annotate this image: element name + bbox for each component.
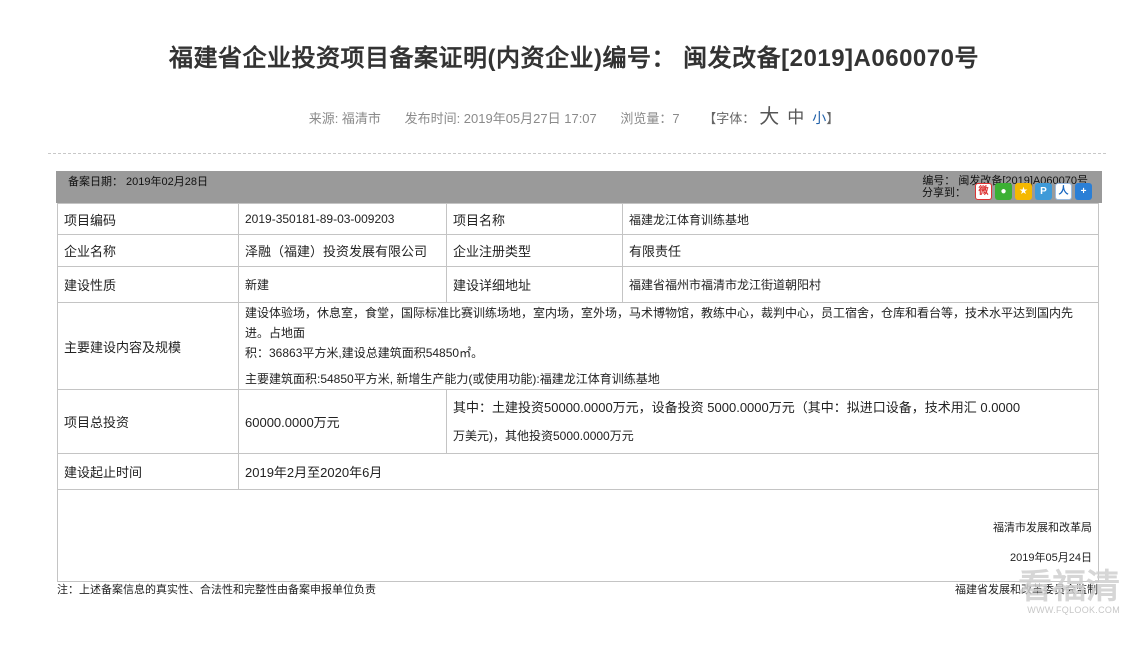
font-large-link[interactable]: 大 (759, 106, 779, 128)
tencent-weibo-icon[interactable]: P (1035, 183, 1052, 200)
qzone-icon[interactable]: ★ (1015, 183, 1032, 200)
disclaimer-note: 注：上述备案信息的真实性、合法性和完整性由备案申报单位负责 (57, 584, 376, 596)
divider (48, 153, 1106, 154)
font-size-control: 【字体：大中小】 (703, 106, 840, 128)
name-label: 项目名称 (446, 203, 623, 235)
content-line: 主要建筑面积:54850平方米, 新增生产能力(或使用功能):福建龙江体育训练基… (245, 372, 660, 386)
address-label: 建设详细地址 (446, 266, 623, 303)
record-date: 备案日期： 2019年02月28日 (68, 176, 208, 188)
watermark-text: 看福清 (1018, 568, 1120, 606)
signature-block: 福清市发展和改革局 2019年05月24日 (57, 489, 1099, 582)
regtype-label: 企业注册类型 (446, 234, 623, 267)
content-label: 主要建设内容及规模 (57, 302, 239, 390)
font-prefix: 【字体： (703, 111, 756, 126)
company-label: 企业名称 (57, 234, 239, 267)
view-count: 浏览量：7 (620, 111, 680, 126)
address-value: 福建省福州市福清市龙江街道朝阳村 (622, 266, 1099, 303)
period-value: 2019年2月至2020年6月 (238, 453, 1099, 490)
wechat-icon[interactable]: ● (995, 183, 1012, 200)
table-row: 项目编码 2019-350181-89-03-009203 项目名称 福建龙江体… (57, 203, 1099, 235)
nature-label: 建设性质 (57, 266, 239, 303)
period-label: 建设起止时间 (57, 453, 239, 490)
table-row: 项目总投资 60000.0000万元 其中：土建投资50000.0000万元，设… (57, 389, 1099, 454)
article-meta: 来源: 福清市 发布时间: 2019年05月27日 17:07 浏览量：7 【字… (0, 100, 1148, 129)
table-row: 主要建设内容及规模 建设体验场，休息室，食堂，国际标准比赛训练场地，室内场，室外… (57, 302, 1099, 390)
watermark-url: WWW.FQLOOK.COM (1027, 605, 1120, 615)
table-row: 建设性质 新建 建设详细地址 福建省福州市福清市龙江街道朝阳村 (57, 266, 1099, 303)
weibo-icon[interactable]: 微 (975, 183, 992, 200)
invest-detail-line: 其中：土建投资50000.0000万元，设备投资 5000.0000万元（其中：… (453, 399, 1021, 415)
more-share-icon[interactable]: + (1075, 183, 1092, 200)
record-table: 项目编码 2019-350181-89-03-009203 项目名称 福建龙江体… (57, 203, 1099, 582)
company-value: 泽融（福建）投资发展有限公司 (238, 234, 447, 267)
name-value: 福建龙江体育训练基地 (622, 203, 1099, 235)
font-small-link[interactable]: 小 (812, 110, 826, 126)
content-line: 积：36863平方米,建设总建筑面积54850㎡。 (245, 346, 484, 360)
nature-value: 新建 (238, 266, 447, 303)
record-header-bar: 备案日期： 2019年02月28日 编号： 闽发改备[2019]A060070号… (56, 171, 1102, 203)
sign-org: 福清市发展和改革局 (993, 521, 1092, 534)
share-bar: 分享到： 微 ● ★ P 人 + (922, 183, 1092, 200)
font-medium-link[interactable]: 中 (787, 108, 804, 127)
invest-value: 60000.0000万元 (238, 389, 447, 454)
invest-label: 项目总投资 (57, 389, 239, 454)
content-line: 建设体验场，休息室，食堂，国际标准比赛训练场地，室内场，室外场，马术博物馆，教练… (245, 306, 1074, 340)
invest-detail-line: 万美元)，其他投资5000.0000万元 (453, 428, 634, 443)
renren-icon[interactable]: 人 (1055, 183, 1072, 200)
code-label: 项目编码 (57, 203, 239, 235)
page-title: 福建省企业投资项目备案证明(内资企业)编号： 闽发改备[2019]A060070… (169, 45, 979, 72)
site-watermark: 看福清 WWW.FQLOOK.COM (1010, 570, 1120, 640)
table-row: 福清市发展和改革局 2019年05月24日 (57, 489, 1099, 582)
code-value: 2019-350181-89-03-009203 (238, 203, 447, 235)
publish-time: 发布时间: 2019年05月27日 17:07 (404, 111, 597, 126)
share-label: 分享到： (922, 186, 966, 199)
content-value: 建设体验场，休息室，食堂，国际标准比赛训练场地，室内场，室外场，马术博物馆，教练… (238, 302, 1099, 390)
source-text: 来源: 福清市 (308, 111, 381, 126)
regtype-value: 有限责任 (622, 234, 1099, 267)
table-row: 建设起止时间 2019年2月至2020年6月 (57, 453, 1099, 490)
font-suffix: 】 (826, 111, 840, 126)
invest-detail: 其中：土建投资50000.0000万元，设备投资 5000.0000万元（其中：… (446, 389, 1099, 454)
table-row: 企业名称 泽融（福建）投资发展有限公司 企业注册类型 有限责任 (57, 234, 1099, 267)
sign-date: 2019年05月24日 (1010, 551, 1092, 564)
